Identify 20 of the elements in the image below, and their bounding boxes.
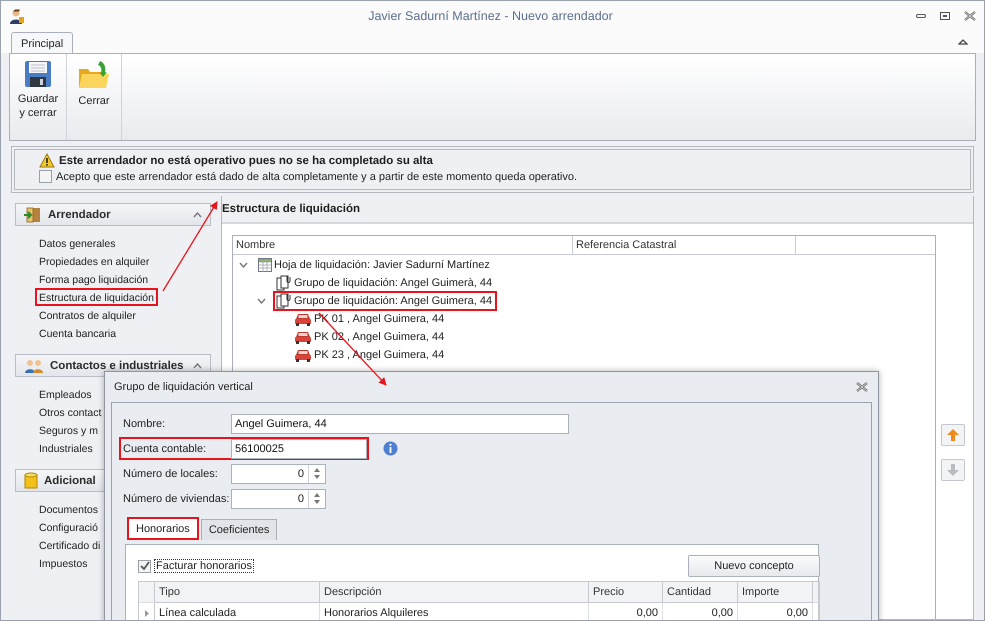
tree-item-label: Hoja de liquidación: Javier Sadurní Martínez xyxy=(274,258,490,272)
group-title: Arrendador xyxy=(48,208,111,220)
window-title: Javier Sadurní Martínez - Nuevo arrendador xyxy=(367,9,614,23)
group-title: Adicional xyxy=(44,474,96,486)
field-label: Número de viviendas: xyxy=(123,492,230,504)
field-label: Cuenta contable: xyxy=(123,442,208,454)
field-label: Nombre: xyxy=(123,418,166,430)
table-cell: Línea calculada xyxy=(155,603,320,620)
warning-message: Este arrendador no está operativo pues no se ha completado su alta xyxy=(59,154,433,166)
group-title: Contactos e industriales xyxy=(50,360,184,372)
checkbox-label: Facturar honorarios xyxy=(154,559,254,573)
table-cell: 0,00 xyxy=(663,603,738,620)
table-cell: Honorarios Alquileres xyxy=(320,603,589,620)
field-label: Número de locales: xyxy=(123,468,219,480)
dialog-title: Grupo de liquidación vertical xyxy=(114,381,253,393)
checkbox-label: Acepto que este arrendador está dado de alta completamente y a partir de este momento queda operativo. xyxy=(56,170,577,182)
tree-item-label: Grupo de liquidación: Angel Guimerà, 44 xyxy=(294,276,492,290)
section-title: Estructura de liquidación xyxy=(222,203,360,215)
table-cell: 0,00 xyxy=(589,603,663,620)
tree-item-label: Grupo de liquidación: Angel Guimera, 44 xyxy=(294,294,492,308)
